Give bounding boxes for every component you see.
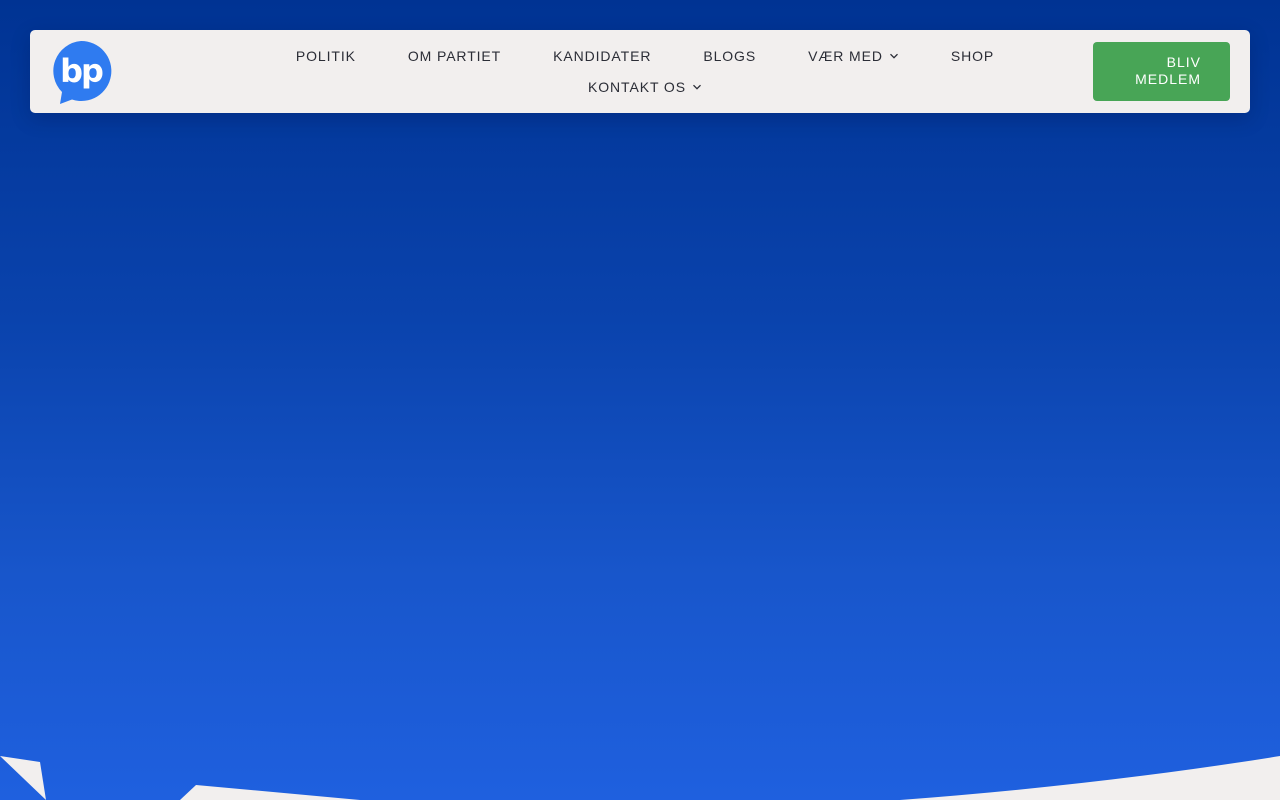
nav-row-2: KONTAKT OS — [292, 77, 998, 97]
nav-item-label: KONTAKT OS — [588, 79, 686, 95]
site-header: bp POLITIK OM PARTIET KANDIDATER BLOGS V… — [30, 30, 1250, 113]
join-button-line2: MEDLEM — [1135, 71, 1201, 87]
nav-item-blogs[interactable]: BLOGS — [703, 48, 756, 64]
logo-bp[interactable]: bp — [50, 40, 112, 104]
nav-item-kontakt-os[interactable]: KONTAKT OS — [588, 79, 702, 95]
nav-item-shop[interactable]: SHOP — [951, 48, 994, 64]
logo-text: bp — [60, 52, 103, 90]
nav-item-om-partiet[interactable]: OM PARTIET — [408, 48, 501, 64]
chevron-down-icon — [693, 84, 701, 90]
nav-item-label: VÆR MED — [808, 48, 883, 64]
main-nav: POLITIK OM PARTIET KANDIDATER BLOGS VÆR … — [292, 30, 998, 113]
nav-item-label: KANDIDATER — [553, 48, 652, 64]
nav-item-kandidater[interactable]: KANDIDATER — [553, 48, 651, 64]
chevron-down-icon — [889, 53, 898, 59]
join-button-line1: BLIV — [1166, 54, 1201, 70]
nav-item-label: OM PARTIET — [407, 48, 502, 64]
join-button[interactable]: BLIV MEDLEM — [1093, 42, 1230, 101]
nav-row-1: POLITIK OM PARTIET KANDIDATER BLOGS VÆR … — [292, 46, 998, 66]
hero-section — [0, 0, 1280, 800]
nav-item-label: POLITIK — [295, 48, 356, 64]
nav-item-label: BLOGS — [703, 48, 757, 64]
nav-item-label: SHOP — [950, 48, 995, 64]
nav-item-politik[interactable]: POLITIK — [296, 48, 356, 64]
page: bp POLITIK OM PARTIET KANDIDATER BLOGS V… — [0, 0, 1280, 800]
nav-item-vaer-med[interactable]: VÆR MED — [808, 48, 899, 64]
